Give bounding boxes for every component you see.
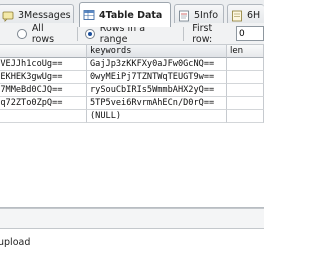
tab-info-label: Info (200, 10, 219, 21)
table-cell[interactable]: 0wyMEiPj7TZNTWqTEUGT9w== (87, 71, 227, 84)
tab-history-label: H (253, 10, 261, 21)
column-header-len[interactable]: len (227, 45, 264, 58)
options-divider-2 (182, 26, 184, 41)
messages-icon (2, 10, 14, 22)
table-cell[interactable]: 5TP5vei6RvrmAhECn/D0rQ== (87, 97, 227, 110)
table-data-icon (83, 9, 95, 21)
table-cell[interactable] (227, 71, 264, 84)
tab-table-data-label: Table Data (105, 9, 163, 21)
first-row-input[interactable] (235, 26, 264, 41)
all-rows-radio-dot[interactable] (17, 28, 27, 39)
first-row-control: First row: (192, 23, 264, 45)
table-cell[interactable]: Leq72ZTo0ZpQ== (0, 97, 87, 110)
table-cell[interactable] (227, 97, 264, 110)
result-grid[interactable]: keywords len B0VEJJh1coUg== GajJp3zKKFXy… (0, 45, 264, 208)
history-icon (231, 10, 243, 22)
first-row-label: First row: (192, 22, 213, 45)
grid-header-row: keywords len (0, 45, 264, 58)
tab-table-data[interactable]: 4 Table Data (79, 2, 171, 27)
info-icon (178, 10, 190, 22)
column-header-keywords[interactable]: keywords (87, 45, 227, 58)
table-cell[interactable] (227, 84, 264, 97)
table-row[interactable]: Leq72ZTo0ZpQ== 5TP5vei6RvrmAhECn/D0rQ== (0, 97, 264, 110)
grid-statusbar (0, 208, 264, 228)
table-cell[interactable] (227, 110, 264, 123)
table-cell[interactable] (227, 58, 264, 71)
table-row[interactable]: 7J7MMeBd0CJQ== rySouCbIRIs5WmmbAHX2yQ== (0, 84, 264, 97)
all-rows-label: All rows (31, 22, 55, 45)
table-row[interactable]: (NULL) (0, 110, 264, 123)
options-divider (76, 26, 78, 41)
table-cell[interactable]: (NULL) (87, 110, 227, 123)
status-message: upload (0, 237, 31, 248)
tab-messages-label: Messages (24, 10, 71, 21)
table-cell[interactable] (0, 110, 87, 123)
table-cell[interactable]: B0VEJJh1coUg== (0, 58, 87, 71)
table-row[interactable]: B0VEJJh1coUg== GajJp3zKKFXy0aJFw0GcNQ== (0, 58, 264, 71)
rows-in-range-radio-dot[interactable] (85, 28, 95, 39)
table-cell[interactable]: 7J7MMeBd0CJQ== (0, 84, 87, 97)
all-rows-radio[interactable]: All rows (17, 23, 67, 45)
table-row[interactable]: bQEKHEK3gwUg== 0wyMEiPj7TZNTWqTEUGT9w== (0, 71, 264, 84)
table-cell[interactable]: bQEKHEK3gwUg== (0, 71, 87, 84)
table-cell[interactable]: GajJp3zKKFXy0aJFw0GcNQ== (87, 58, 227, 71)
tab-table-data-number: 4 (99, 9, 106, 21)
column-header-id[interactable] (0, 45, 87, 58)
message-panel: upload (0, 228, 264, 264)
table-cell[interactable]: rySouCbIRIs5WmmbAHX2yQ== (87, 84, 227, 97)
